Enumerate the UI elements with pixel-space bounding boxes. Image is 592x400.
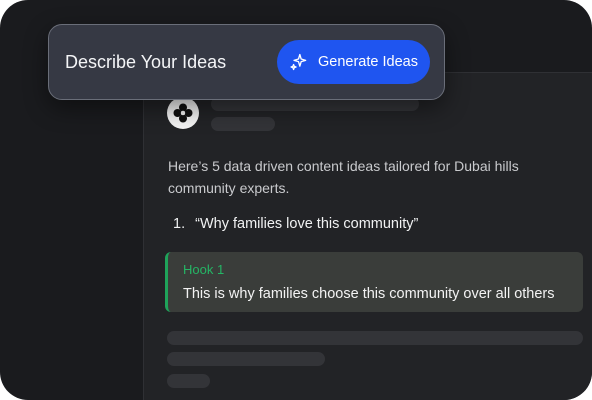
app-canvas: Here’s 5 data driven content ideas tailo… <box>0 0 592 400</box>
list-text: “Why families love this community” <box>195 216 419 232</box>
assistant-avatar <box>167 97 199 129</box>
prompt-card: Describe Your Ideas Generate Ideas <box>48 24 445 100</box>
hook-title: Hook 1 <box>183 262 225 277</box>
prompt-card-title: Describe Your Ideas <box>65 52 227 72</box>
generate-ideas-label: Generate Ideas <box>318 54 418 70</box>
assistant-message: Here’s 5 data driven content ideas tailo… <box>168 158 519 196</box>
list-number: 1. <box>173 216 186 232</box>
skeleton-line <box>167 352 325 366</box>
skeleton-line <box>167 374 210 388</box>
hook-text: This is why families choose this communi… <box>183 286 555 302</box>
skeleton-line <box>211 117 275 131</box>
logo-icon <box>173 103 193 123</box>
generate-ideas-button[interactable]: Generate Ideas <box>277 40 430 84</box>
skeleton-line <box>167 331 583 345</box>
sparkles-icon <box>290 53 307 71</box>
hook-card[interactable]: Hook 1 This is why families choose this … <box>165 252 583 312</box>
idea-list-item: 1. “Why families love this community” <box>173 214 418 234</box>
